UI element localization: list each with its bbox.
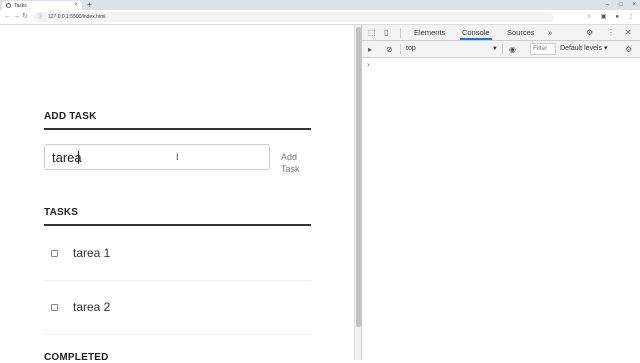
add-task-divider <box>44 128 311 130</box>
reload-button[interactable]: ↻ <box>22 12 28 22</box>
task-separator <box>44 334 311 335</box>
toolbar-right: ☆ ▣ ● ⋮ <box>586 12 634 22</box>
address-bar: ← → ↻ ⓘ 127.0.0.1:5500/index.html ☆ ▣ ● … <box>0 10 640 25</box>
globe-icon <box>6 3 11 8</box>
task-checkbox[interactable] <box>51 250 58 257</box>
settings-gear-icon[interactable]: ⚙ <box>586 28 593 37</box>
eye-icon[interactable]: ◉ <box>509 45 516 54</box>
extension-icon[interactable]: ▣ <box>601 12 607 22</box>
add-task-button[interactable]: Add Task <box>281 151 321 175</box>
url-field[interactable]: ⓘ 127.0.0.1:5500/index.html <box>34 12 554 22</box>
page-scrollbar[interactable] <box>354 25 361 360</box>
profile-icon[interactable]: ● <box>615 12 619 22</box>
filter-input[interactable]: Filter <box>530 43 556 55</box>
device-toolbar-icon[interactable]: ▯ <box>384 28 388 37</box>
tab-sources[interactable]: Sources <box>505 25 537 40</box>
tasks-divider <box>44 224 311 226</box>
clear-console-icon[interactable]: ⊘ <box>386 45 393 54</box>
devtools-panel: ⬚ ▯ Elements Console Sources » ⚙ ⋮ ✕ ▸ ⊘… <box>361 25 640 360</box>
task-label: tarea 1 <box>73 246 111 260</box>
info-icon[interactable]: ⓘ <box>38 12 43 22</box>
toolbar-divider <box>502 44 503 54</box>
task-item: tarea 1 <box>44 239 311 269</box>
tab-elements[interactable]: Elements <box>412 25 447 40</box>
more-tabs-icon[interactable]: » <box>546 25 554 40</box>
console-settings-icon[interactable]: ⚙ <box>625 45 632 54</box>
text-cursor-icon: I <box>176 152 179 162</box>
console-toolbar: ▸ ⊘ top ▼ ◉ Filter Default levels ▾ ⚙ <box>362 41 640 58</box>
log-levels-select[interactable]: Default levels ▾ <box>560 43 607 55</box>
inspect-element-icon[interactable]: ⬚ <box>368 28 376 37</box>
tasks-heading: TASKS <box>44 207 79 218</box>
text-caret <box>78 151 79 164</box>
url-text: 127.0.0.1:5500/index.html <box>48 14 106 20</box>
toolbar-divider <box>400 44 401 54</box>
task-item: tarea 2 <box>44 293 311 323</box>
tab-title: Tasks <box>14 2 27 9</box>
context-value: top <box>406 45 416 52</box>
more-options-icon[interactable]: ⋮ <box>607 28 615 37</box>
devtools-tab-bar: ⬚ ▯ Elements Console Sources » ⚙ ⋮ ✕ <box>362 25 640 41</box>
star-icon[interactable]: ☆ <box>586 12 591 22</box>
console-output[interactable]: › <box>362 58 640 360</box>
tab-console[interactable]: Console <box>460 25 492 40</box>
new-tab-button[interactable]: + <box>87 0 92 10</box>
back-button[interactable]: ← <box>4 12 11 22</box>
context-select[interactable]: top ▼ <box>406 43 498 55</box>
toolbar-divider <box>400 28 401 38</box>
sidebar-toggle-icon[interactable]: ▸ <box>368 45 372 54</box>
task-label: tarea 2 <box>73 300 111 314</box>
completed-heading: COMPLETED <box>44 352 109 363</box>
console-prompt-icon[interactable]: › <box>367 60 370 69</box>
browser-tab[interactable]: Tasks × <box>2 1 82 10</box>
chevron-down-icon: ▼ <box>492 46 498 52</box>
browser-tab-strip: Tasks × + – □ × <box>0 0 640 10</box>
forward-button[interactable]: → <box>13 12 20 22</box>
tab-close-icon[interactable]: × <box>74 2 78 8</box>
add-task-heading: ADD TASK <box>44 111 97 122</box>
task-checkbox[interactable] <box>51 304 58 311</box>
close-devtools-icon[interactable]: ✕ <box>625 28 632 37</box>
task-separator <box>44 280 311 281</box>
maximize-button[interactable]: □ <box>619 0 623 10</box>
menu-icon[interactable]: ⋮ <box>628 12 634 22</box>
minimize-button[interactable]: – <box>606 0 609 10</box>
close-window-button[interactable]: × <box>632 0 636 10</box>
window-controls: – □ × <box>606 0 636 10</box>
